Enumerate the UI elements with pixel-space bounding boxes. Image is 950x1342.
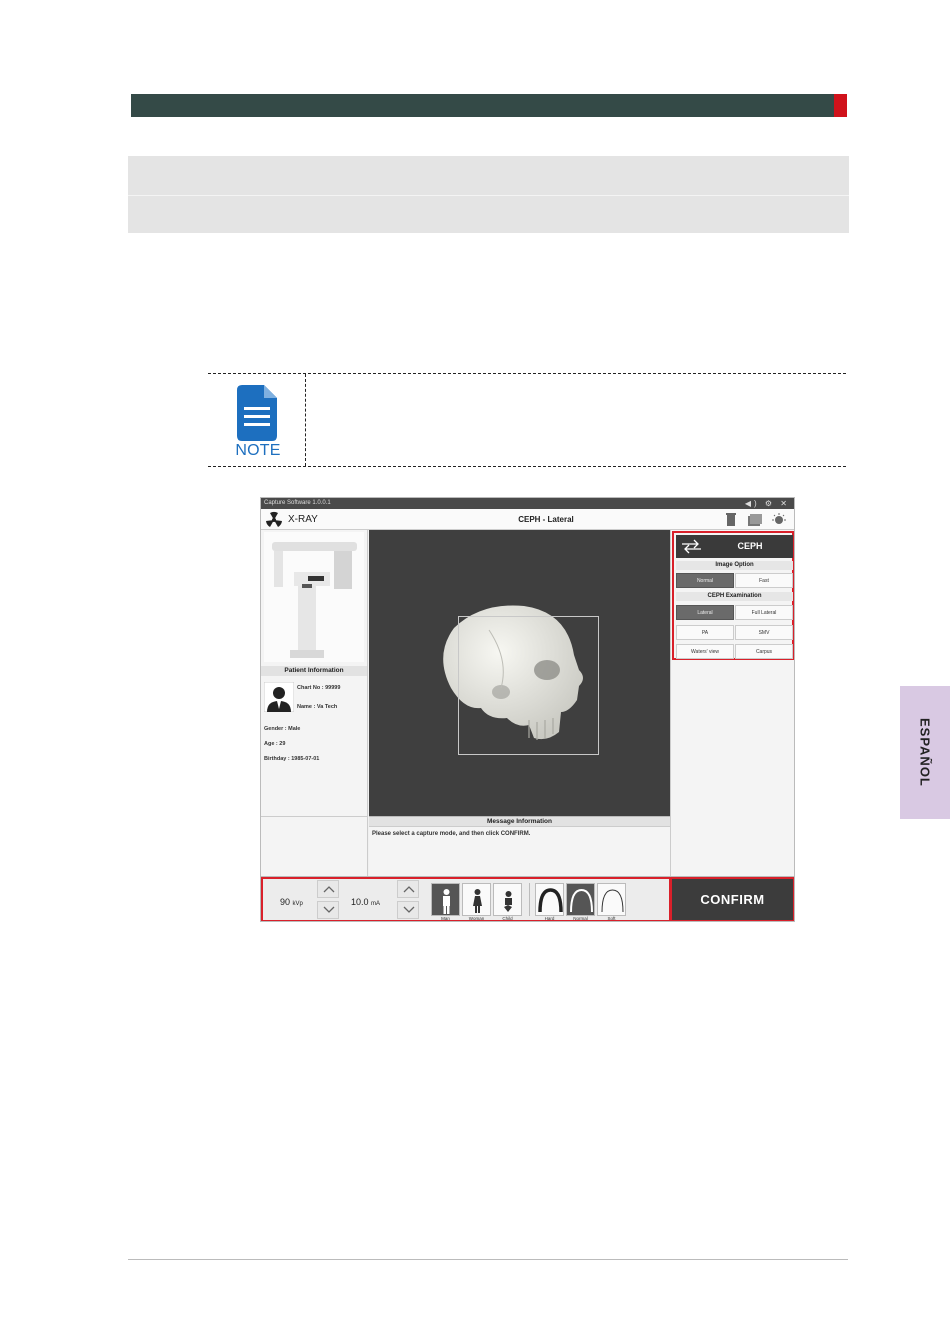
- section-header-bar: [131, 94, 834, 117]
- left-panel-divider: [261, 816, 368, 817]
- mode-options-highlight: CEPH Image Option Normal Fast CEPH Exami…: [672, 531, 794, 660]
- confirm-button[interactable]: CONFIRM: [672, 879, 793, 920]
- ma-value-display: 10.0 mA: [351, 897, 380, 907]
- intensity-hard-label: Hard: [544, 916, 555, 921]
- intensity-normal-label: Normal: [573, 916, 588, 921]
- section-title-divider: [128, 195, 849, 196]
- footer-rule: [128, 1259, 848, 1260]
- app-toolbar: X-RAY CEPH - Lateral: [261, 509, 794, 530]
- trash-icon[interactable]: [721, 512, 741, 527]
- note-box: NOTE: [208, 373, 846, 467]
- layers-icon[interactable]: [744, 512, 764, 527]
- bar-separator: [529, 883, 530, 916]
- chart-number: Chart No : 99999: [297, 685, 341, 691]
- device-image: [264, 532, 364, 662]
- swap-mode-button[interactable]: [676, 535, 707, 558]
- note-document-icon: [237, 385, 277, 441]
- kvp-value-display: 90 kVp: [280, 897, 303, 907]
- mode-title: CEPH - Lateral: [518, 515, 574, 524]
- chevron-down-icon: [403, 906, 415, 913]
- patient-name: Name : Va Tech: [297, 704, 338, 710]
- intensity-hard-button[interactable]: [535, 883, 564, 916]
- exam-pa[interactable]: PA: [676, 625, 734, 640]
- ma-down-button[interactable]: [397, 901, 419, 919]
- radiation-icon: [266, 511, 282, 527]
- kvp-down-button[interactable]: [317, 901, 339, 919]
- patient-info-header: Patient Information: [261, 666, 367, 676]
- exposure-bar: 90 kVp 10.0 mA Man Woman Child Hard Norm…: [261, 876, 794, 921]
- chevron-down-icon: [323, 906, 335, 913]
- size-woman-button[interactable]: [462, 883, 491, 916]
- window-controls[interactable]: ◀)​ ⚙ ✕: [745, 498, 790, 509]
- intensity-soft-label: Soft: [607, 916, 616, 921]
- capture-area-frame: [458, 616, 599, 755]
- soft-curve-icon: [601, 889, 624, 913]
- message-info-header: Message Information: [369, 816, 670, 826]
- image-option-normal[interactable]: Normal: [676, 573, 734, 588]
- child-icon: [504, 891, 512, 912]
- window-titlebar: Capture Software 1.0.0.1 ◀)​ ⚙ ✕: [261, 498, 794, 509]
- left-panel: Patient Information Chart No : 99999 Nam…: [261, 530, 368, 876]
- app-label: X-RAY: [288, 514, 318, 525]
- confirm-highlight: CONFIRM: [670, 877, 794, 921]
- patient-avatar: [264, 682, 294, 712]
- exam-smv[interactable]: SMV: [735, 625, 793, 640]
- image-option-header: Image Option: [676, 561, 793, 570]
- exam-full-lateral[interactable]: Full Lateral: [735, 605, 793, 620]
- chevron-up-icon: [323, 886, 335, 893]
- section-header-accent: [834, 94, 847, 117]
- normal-curve-icon: [570, 888, 593, 913]
- image-option-fast[interactable]: Fast: [735, 573, 793, 588]
- chevron-up-icon: [403, 886, 415, 893]
- exam-lateral[interactable]: Lateral: [676, 605, 734, 620]
- patient-gender: Gender : Male: [264, 726, 301, 732]
- kvp-up-button[interactable]: [317, 880, 339, 898]
- ceph-mode-button[interactable]: CEPH: [707, 535, 793, 558]
- ma-up-button[interactable]: [397, 880, 419, 898]
- intensity-soft-button[interactable]: [597, 883, 626, 916]
- size-man-button[interactable]: [431, 883, 460, 916]
- woman-icon: [473, 889, 482, 913]
- size-man-label: Man: [441, 916, 450, 921]
- note-separator: [305, 374, 306, 466]
- window-title: Capture Software 1.0.0.1: [264, 500, 331, 506]
- exam-carpus[interactable]: Carpus: [735, 644, 793, 659]
- message-text: Please select a capture mode, and then c…: [372, 831, 531, 837]
- ma-unit: mA: [371, 901, 381, 907]
- swap-arrows-icon: [682, 539, 701, 554]
- light-icon[interactable]: [769, 512, 789, 527]
- note-label: NOTE: [235, 442, 281, 459]
- size-woman-label: Woman: [468, 916, 485, 921]
- ceph-exam-header: CEPH Examination: [676, 592, 793, 601]
- exam-waters-view[interactable]: Waters' view: [676, 644, 734, 659]
- hard-curve-icon: [538, 888, 563, 913]
- intensity-normal-button[interactable]: [566, 883, 595, 916]
- size-child-label: Child: [502, 916, 513, 921]
- exposure-settings-highlight: 90 kVp 10.0 mA Man Woman Child Hard Norm…: [261, 877, 671, 921]
- patient-age: Age : 29: [264, 741, 286, 747]
- kvp-value: 90: [280, 897, 291, 907]
- patient-birthday: Birthday : 1985-07-01: [264, 756, 320, 762]
- man-icon: [443, 889, 450, 914]
- language-tab: ESPAÑOL: [900, 686, 950, 819]
- image-viewer[interactable]: [369, 530, 670, 816]
- capture-software-screenshot: Capture Software 1.0.0.1 ◀)​ ⚙ ✕ X-RAY C…: [260, 497, 795, 922]
- size-child-button[interactable]: [493, 883, 522, 916]
- kvp-unit: kVp: [292, 901, 303, 907]
- language-tab-label: ESPAÑOL: [917, 718, 933, 787]
- ma-value: 10.0: [351, 897, 369, 907]
- right-panel: CEPH Image Option Normal Fast CEPH Exami…: [670, 530, 794, 876]
- message-area: Please select a capture mode, and then c…: [369, 826, 670, 876]
